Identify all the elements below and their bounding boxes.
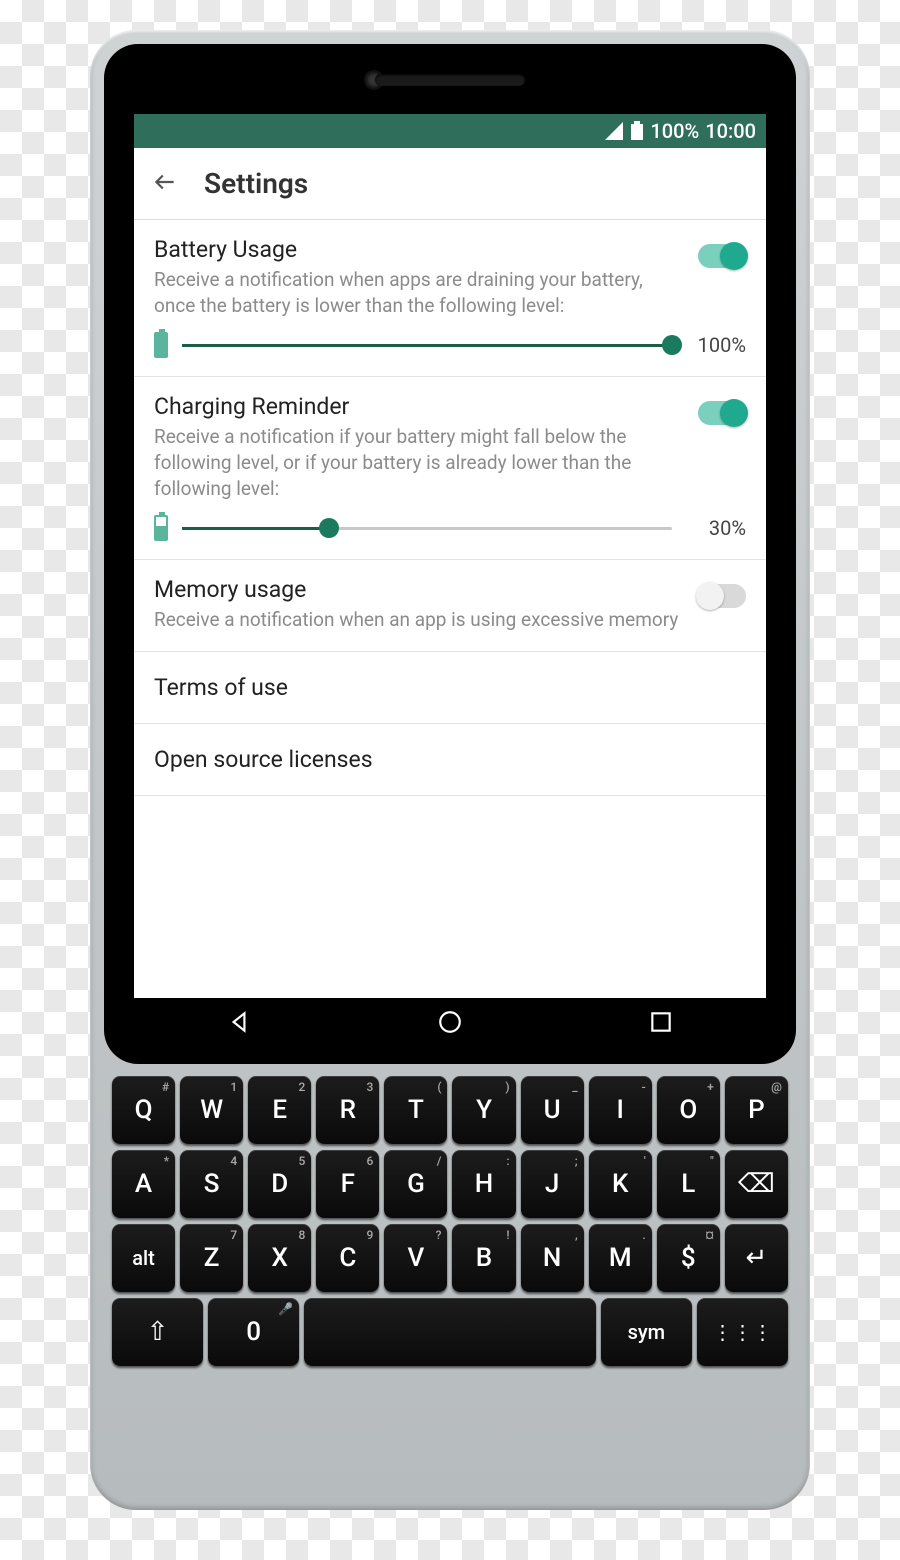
- status-bar: 100% 10:00: [134, 114, 766, 148]
- key-$[interactable]: $¤: [657, 1224, 720, 1292]
- signal-icon: [604, 121, 624, 141]
- phone-frame: 100% 10:00 Settings Battery Usage Receiv…: [90, 30, 810, 1510]
- triangle-back-icon: [226, 1009, 252, 1035]
- memory-toggle[interactable]: [698, 584, 746, 608]
- battery-usage-slider[interactable]: [182, 344, 672, 347]
- key-W[interactable]: W1: [180, 1076, 243, 1144]
- memory-title: Memory usage: [154, 576, 686, 603]
- key-M[interactable]: M.: [589, 1224, 652, 1292]
- app-bar: Settings: [134, 148, 766, 220]
- key-I[interactable]: I-: [589, 1076, 652, 1144]
- key-P[interactable]: P@: [725, 1076, 788, 1144]
- settings-list: Battery Usage Receive a notification whe…: [134, 220, 766, 998]
- charging-title: Charging Reminder: [154, 393, 686, 420]
- status-time: 10:00: [705, 119, 756, 143]
- key-L[interactable]: L": [657, 1150, 720, 1218]
- physical-keyboard: Q#W1E2R3T(Y)U_I-O+P@ A*S4D5F6G/H:J;K'L"⌫…: [104, 1064, 796, 1496]
- key-K[interactable]: K': [589, 1150, 652, 1218]
- charging-slider-row: 30%: [154, 515, 746, 541]
- key-⌫[interactable]: ⌫: [725, 1150, 788, 1218]
- charging-desc: Receive a notification if your battery m…: [154, 424, 686, 501]
- key-⋮⋮⋮[interactable]: ⋮⋮⋮: [697, 1298, 788, 1366]
- battery-usage-slider-value: 100%: [686, 333, 746, 357]
- key-O[interactable]: O+: [657, 1076, 720, 1144]
- key-↵[interactable]: ↵: [725, 1224, 788, 1292]
- key-U[interactable]: U_: [521, 1076, 584, 1144]
- charging-slider-value: 30%: [686, 516, 746, 540]
- setting-charging-reminder: Charging Reminder Receive a notification…: [134, 377, 766, 560]
- battery-icon: [154, 515, 168, 541]
- nav-back-button[interactable]: [226, 1009, 252, 1039]
- key-space[interactable]: [304, 1298, 596, 1366]
- key-J[interactable]: J;: [521, 1150, 584, 1218]
- key-X[interactable]: X8: [248, 1224, 311, 1292]
- charging-slider[interactable]: [182, 527, 672, 530]
- key-0[interactable]: 0🎤: [208, 1298, 299, 1366]
- key-C[interactable]: C9: [316, 1224, 379, 1292]
- key-G[interactable]: G/: [384, 1150, 447, 1218]
- key-D[interactable]: D5: [248, 1150, 311, 1218]
- screen: 100% 10:00 Settings Battery Usage Receiv…: [134, 114, 766, 998]
- terms-of-use-link[interactable]: Terms of use: [134, 652, 766, 724]
- key-R[interactable]: R3: [316, 1076, 379, 1144]
- charging-toggle[interactable]: [698, 401, 746, 425]
- key-A[interactable]: A*: [112, 1150, 175, 1218]
- setting-memory-usage: Memory usage Receive a notification when…: [134, 560, 766, 652]
- battery-usage-toggle[interactable]: [698, 244, 746, 268]
- battery-full-icon: [630, 121, 644, 141]
- key-N[interactable]: N,: [521, 1224, 584, 1292]
- key-H[interactable]: H:: [452, 1150, 515, 1218]
- key-sym[interactable]: sym: [601, 1298, 692, 1366]
- key-S[interactable]: S4: [180, 1150, 243, 1218]
- circle-home-icon: [437, 1009, 463, 1035]
- page-title: Settings: [204, 167, 308, 200]
- key-F[interactable]: F6: [316, 1150, 379, 1218]
- battery-usage-title: Battery Usage: [154, 236, 686, 263]
- arrow-left-icon: [152, 169, 178, 195]
- back-button[interactable]: [152, 169, 178, 199]
- android-nav-bar: [134, 998, 766, 1050]
- key-Z[interactable]: Z7: [180, 1224, 243, 1292]
- key-alt[interactable]: alt: [112, 1224, 175, 1292]
- status-battery-pct: 100%: [650, 119, 699, 143]
- nav-recent-button[interactable]: [648, 1009, 674, 1039]
- battery-usage-slider-row: 100%: [154, 332, 746, 358]
- memory-desc: Receive a notification when an app is us…: [154, 607, 686, 633]
- phone-glass: 100% 10:00 Settings Battery Usage Receiv…: [104, 44, 796, 1064]
- key-Y[interactable]: Y): [452, 1076, 515, 1144]
- key-V[interactable]: V?: [384, 1224, 447, 1292]
- key-⇧[interactable]: ⇧: [112, 1298, 203, 1366]
- square-recent-icon: [648, 1009, 674, 1035]
- key-T[interactable]: T(: [384, 1076, 447, 1144]
- key-Q[interactable]: Q#: [112, 1076, 175, 1144]
- battery-icon: [154, 332, 168, 358]
- setting-battery-usage: Battery Usage Receive a notification whe…: [134, 220, 766, 377]
- key-E[interactable]: E2: [248, 1076, 311, 1144]
- nav-home-button[interactable]: [437, 1009, 463, 1039]
- key-B[interactable]: B!: [452, 1224, 515, 1292]
- battery-usage-desc: Receive a notification when apps are dra…: [154, 267, 686, 318]
- earpiece: [375, 74, 525, 86]
- open-source-licenses-link[interactable]: Open source licenses: [134, 724, 766, 796]
